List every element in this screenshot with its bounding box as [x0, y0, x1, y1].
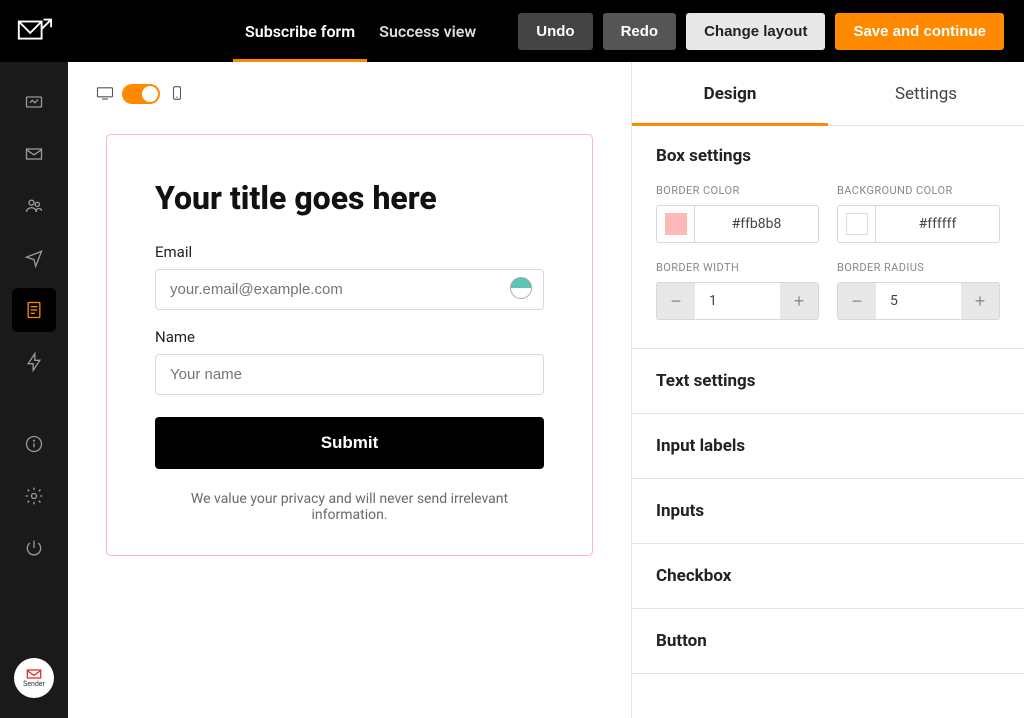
tab-subscribe-form[interactable]: Subscribe form	[233, 0, 367, 62]
tab-design[interactable]: Design	[632, 62, 828, 125]
save-continue-button[interactable]: Save and continue	[835, 13, 1004, 50]
text-settings-section[interactable]: Text settings	[632, 349, 1024, 414]
border-radius-value: 5	[876, 283, 961, 319]
sidebar-campaigns[interactable]	[12, 236, 56, 280]
sidebar-email[interactable]	[12, 132, 56, 176]
border-color-input[interactable]: #ffb8b8	[656, 205, 819, 243]
privacy-text: We value your privacy and will never sen…	[155, 491, 544, 523]
mobile-icon[interactable]	[168, 85, 186, 104]
app-logo[interactable]	[0, 0, 68, 62]
tab-settings[interactable]: Settings	[828, 62, 1024, 125]
desktop-icon[interactable]	[96, 85, 114, 104]
bg-color-input[interactable]: #ffffff	[837, 205, 1000, 243]
border-width-plus[interactable]: +	[780, 283, 818, 319]
bg-color-swatch	[846, 213, 868, 235]
sender-badge[interactable]: Sender	[14, 658, 54, 698]
border-radius-label: BORDER RADIUS	[837, 261, 1000, 274]
button-section[interactable]: Button	[632, 609, 1024, 674]
border-width-value: 1	[695, 283, 780, 319]
border-width-stepper[interactable]: − 1 +	[656, 282, 819, 320]
border-color-label: BORDER COLOR	[656, 184, 819, 197]
canvas: Your title goes here Email Name Submit W…	[68, 62, 632, 718]
sidebar-settings[interactable]	[12, 474, 56, 518]
form-title[interactable]: Your title goes here	[155, 179, 544, 217]
change-layout-button[interactable]: Change layout	[686, 13, 825, 50]
border-radius-plus[interactable]: +	[961, 283, 999, 319]
sidebar: Sender	[0, 62, 68, 718]
border-color-value: #ffb8b8	[695, 206, 818, 242]
sidebar-subscribers[interactable]	[12, 184, 56, 228]
email-input[interactable]	[155, 269, 544, 310]
settings-panel: Design Settings Box settings BORDER COLO…	[632, 62, 1024, 718]
sidebar-dashboard[interactable]	[12, 80, 56, 124]
submit-button[interactable]: Submit	[155, 417, 544, 469]
border-width-label: BORDER WIDTH	[656, 261, 819, 274]
inputs-section[interactable]: Inputs	[632, 479, 1024, 544]
border-width-minus[interactable]: −	[657, 283, 695, 319]
sidebar-automation[interactable]	[12, 340, 56, 384]
name-input[interactable]	[155, 354, 544, 395]
border-color-swatch	[665, 213, 687, 235]
undo-button[interactable]: Undo	[518, 13, 592, 50]
box-settings-title: Box settings	[656, 146, 1000, 166]
device-toggle[interactable]	[122, 84, 160, 104]
form-preview: Your title goes here Email Name Submit W…	[106, 134, 593, 556]
sidebar-info[interactable]	[12, 422, 56, 466]
redo-button[interactable]: Redo	[603, 13, 677, 50]
border-radius-stepper[interactable]: − 5 +	[837, 282, 1000, 320]
sidebar-forms[interactable]	[12, 288, 56, 332]
bg-color-value: #ffffff	[876, 206, 999, 242]
border-radius-minus[interactable]: −	[838, 283, 876, 319]
sidebar-power[interactable]	[12, 526, 56, 570]
sender-label: Sender	[23, 680, 45, 688]
bg-color-label: BACKGROUND COLOR	[837, 184, 1000, 197]
email-badge-icon	[510, 277, 532, 299]
checkbox-section[interactable]: Checkbox	[632, 544, 1024, 609]
email-label: Email	[155, 243, 544, 261]
name-label: Name	[155, 328, 544, 346]
tab-success-view[interactable]: Success view	[367, 0, 488, 62]
input-labels-section[interactable]: Input labels	[632, 414, 1024, 479]
